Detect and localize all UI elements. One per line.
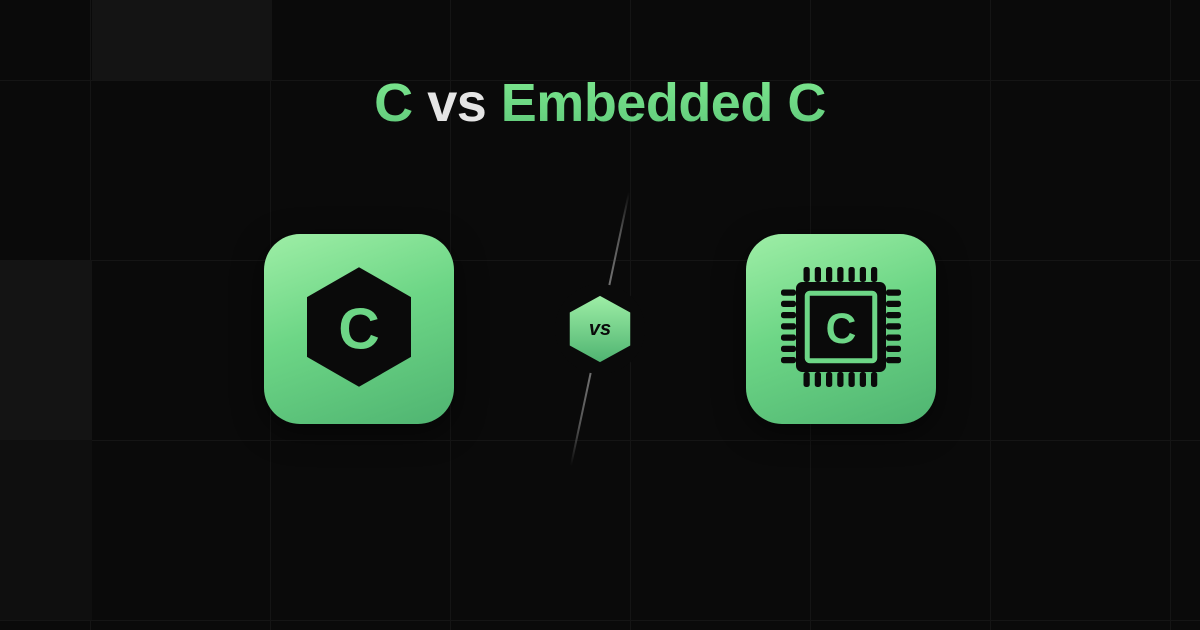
comparison-row: C vs	[264, 234, 936, 424]
chip-icon: C	[766, 252, 916, 407]
title-connector: vs	[427, 73, 486, 133]
left-card: C	[264, 234, 454, 424]
hexagon-badge-icon: vs	[564, 293, 636, 365]
svg-text:C: C	[338, 297, 379, 361]
content-wrapper: C vs Embedded C C	[0, 0, 1200, 630]
page-title: C vs Embedded C	[374, 72, 826, 134]
c-language-icon: C	[294, 262, 424, 397]
title-left: C	[374, 73, 413, 133]
right-card: C	[746, 234, 936, 424]
vs-badge: vs	[564, 293, 636, 365]
vs-badge-label: vs	[589, 318, 611, 341]
svg-text:C: C	[826, 306, 857, 353]
title-right: Embedded C	[501, 73, 826, 133]
